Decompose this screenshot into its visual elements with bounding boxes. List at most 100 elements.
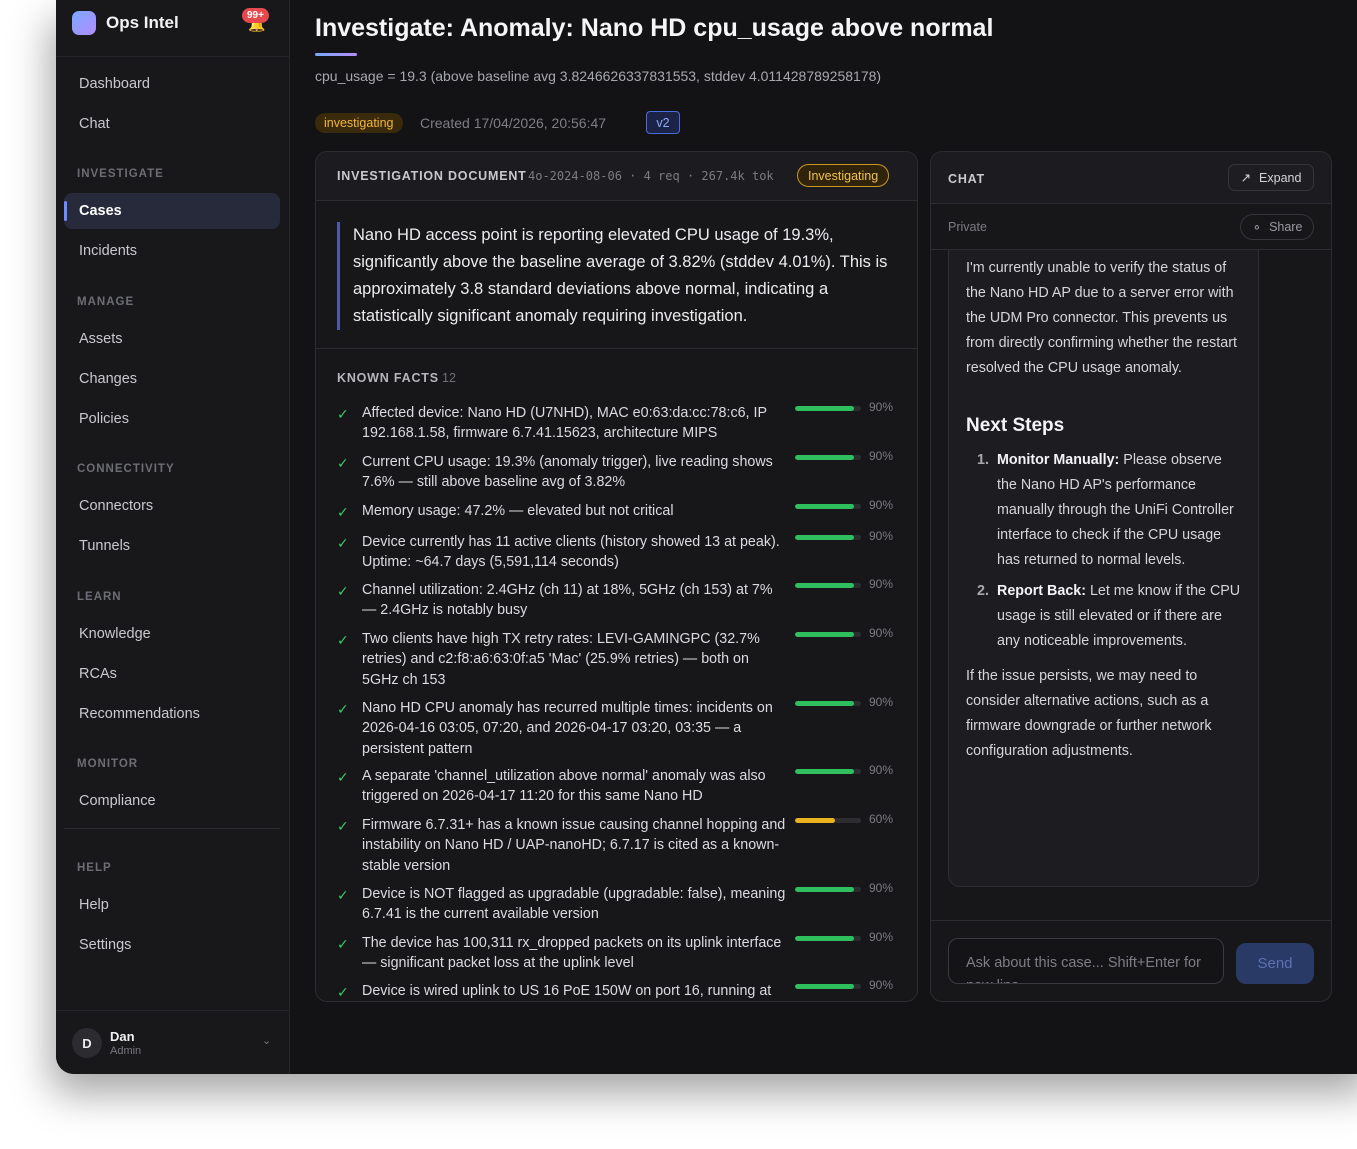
nav-section-connectivity: CONNECTIVITY bbox=[77, 463, 175, 475]
chat-header: CHAT ↗ Expand bbox=[931, 152, 1331, 204]
confidence-fill bbox=[795, 769, 855, 774]
nav-section-help: HELP bbox=[77, 862, 112, 874]
chat-panel: CHAT ↗ Expand Private ⚬ Share I'm curren… bbox=[930, 151, 1332, 1002]
check-icon: ✓ bbox=[337, 887, 349, 903]
check-icon: ✓ bbox=[337, 632, 349, 648]
user-name: Dan bbox=[110, 1029, 135, 1044]
sidebar-item-connectors[interactable]: Connectors bbox=[64, 488, 280, 524]
confidence-bar bbox=[795, 535, 861, 540]
check-icon: ✓ bbox=[337, 936, 349, 952]
confidence-fill bbox=[795, 632, 855, 637]
fact-text: Device is NOT flagged as upgradable (upg… bbox=[362, 886, 786, 923]
check-icon: ✓ bbox=[337, 984, 349, 1000]
expand-label: Expand bbox=[1259, 170, 1302, 185]
confidence-bar bbox=[795, 504, 861, 509]
user-menu[interactable]: D Dan Admin ⌄ bbox=[72, 1026, 276, 1060]
chat-title: CHAT bbox=[948, 172, 985, 186]
brand[interactable]: Ops Intel bbox=[72, 10, 179, 36]
confidence-bar bbox=[795, 887, 861, 892]
document-summary: Nano HD access point is reporting elevat… bbox=[337, 222, 897, 330]
nav-section-manage: MANAGE bbox=[77, 296, 135, 308]
chat-input-placeholder: Ask about this case... Shift+Enter for n… bbox=[966, 955, 1201, 983]
confidence-value: 90% bbox=[869, 626, 894, 640]
investigation-document-panel: INVESTIGATION DOCUMENT 4o-2024-08-06 · 4… bbox=[315, 151, 918, 1002]
sidebar-item-settings[interactable]: Settings bbox=[64, 927, 280, 963]
confidence-bar bbox=[795, 455, 861, 460]
step-text: Please observe the Nano HD AP's performa… bbox=[997, 452, 1234, 568]
confidence-fill bbox=[795, 455, 855, 460]
check-icon: ✓ bbox=[337, 818, 349, 834]
check-icon: ✓ bbox=[337, 535, 349, 551]
send-button[interactable]: Send bbox=[1236, 943, 1314, 984]
share-icon: ⚬ bbox=[1251, 220, 1263, 235]
share-button[interactable]: ⚬ Share bbox=[1240, 214, 1314, 240]
fact-text: Two clients have high TX retry rates: LE… bbox=[362, 631, 760, 688]
list-item: 1. Monitor Manually: Please observe the … bbox=[966, 448, 1241, 573]
message-heading: Next Steps bbox=[966, 415, 1065, 436]
sidebar-item-knowledge[interactable]: Knowledge bbox=[64, 616, 280, 652]
confidence-value: 90% bbox=[869, 881, 894, 895]
chevron-down-icon: ⌄ bbox=[262, 1035, 272, 1047]
nav-section-monitor: MONITOR bbox=[77, 758, 139, 770]
confidence-fill bbox=[795, 818, 835, 823]
sidebar-item-policies[interactable]: Policies bbox=[64, 401, 280, 437]
list-number: 2. bbox=[977, 583, 989, 599]
sidebar-item-chat[interactable]: Chat bbox=[64, 106, 280, 142]
confidence-bar bbox=[795, 632, 861, 637]
sidebar-item-assets[interactable]: Assets bbox=[64, 321, 280, 357]
notifications-button[interactable]: 🔔 99+ bbox=[242, 8, 270, 34]
page-title: Investigate: Anomaly: Nano HD cpu_usage … bbox=[315, 14, 994, 42]
confidence-fill bbox=[795, 504, 855, 509]
chat-input[interactable]: Ask about this case... Shift+Enter for n… bbox=[948, 938, 1224, 984]
document-status-badge: Investigating bbox=[797, 164, 890, 187]
confidence-value: 90% bbox=[869, 400, 894, 414]
sidebar: Ops Intel 🔔 99+ Dashboard Chat INVESTIGA… bbox=[56, 0, 290, 1074]
fact-text: Nano HD CPU anomaly has recurred multipl… bbox=[362, 700, 773, 757]
fact-text: The device has 100,311 rx_dropped packet… bbox=[362, 935, 782, 972]
divider bbox=[56, 1010, 290, 1011]
expand-icon: ↗ bbox=[1240, 171, 1252, 185]
sidebar-item-dashboard[interactable]: Dashboard bbox=[64, 66, 280, 102]
version-badge[interactable]: v2 bbox=[646, 111, 680, 134]
sidebar-item-tunnels[interactable]: Tunnels bbox=[64, 528, 280, 564]
document-header: INVESTIGATION DOCUMENT 4o-2024-08-06 · 4… bbox=[316, 152, 917, 201]
list-number: 1. bbox=[977, 452, 989, 468]
confidence-value: 90% bbox=[869, 930, 894, 944]
sidebar-item-cases[interactable]: Cases bbox=[64, 193, 280, 229]
confidence-value: 90% bbox=[869, 763, 894, 777]
check-icon: ✓ bbox=[337, 504, 349, 520]
sidebar-item-help[interactable]: Help bbox=[64, 887, 280, 923]
app-name: Ops Intel bbox=[106, 13, 179, 32]
fact-text: Firmware 6.7.31+ has a known issue causi… bbox=[362, 817, 786, 874]
sidebar-item-rcas[interactable]: RCAs bbox=[64, 656, 280, 692]
sidebar-item-recommendations[interactable]: Recommendations bbox=[64, 696, 280, 732]
fact-text: Memory usage: 47.2% — elevated but not c… bbox=[362, 503, 674, 519]
confidence-fill bbox=[795, 701, 855, 706]
created-timestamp: Created 17/04/2026, 20:56:47 bbox=[420, 115, 607, 131]
expand-button[interactable]: ↗ Expand bbox=[1228, 164, 1314, 191]
sidebar-item-incidents[interactable]: Incidents bbox=[64, 233, 280, 269]
app-window: Ops Intel 🔔 99+ Dashboard Chat INVESTIGA… bbox=[56, 0, 1357, 1074]
nav-section-learn: LEARN bbox=[77, 591, 122, 603]
title-accent bbox=[315, 53, 357, 56]
document-title: INVESTIGATION DOCUMENT bbox=[337, 169, 527, 183]
step-title: Monitor Manually: bbox=[997, 452, 1120, 468]
fact-text: Current CPU usage: 19.3% (anomaly trigge… bbox=[362, 454, 773, 491]
logo-icon bbox=[72, 11, 96, 35]
confidence-fill bbox=[795, 535, 855, 540]
user-role: Admin bbox=[110, 1045, 142, 1057]
page-subtitle: cpu_usage = 19.3 (above baseline avg 3.8… bbox=[315, 68, 882, 84]
confidence-bar bbox=[795, 818, 861, 823]
confidence-bar bbox=[795, 583, 861, 588]
confidence-value: 90% bbox=[869, 498, 894, 512]
divider bbox=[64, 828, 280, 829]
confidence-bar bbox=[795, 984, 861, 989]
confidence-bar bbox=[795, 936, 861, 941]
confidence-bar bbox=[795, 769, 861, 774]
known-facts-title: KNOWN FACTS bbox=[337, 371, 439, 385]
fact-text: A separate 'channel_utilization above no… bbox=[362, 768, 766, 805]
confidence-value: 60% bbox=[869, 812, 894, 826]
sidebar-item-compliance[interactable]: Compliance bbox=[64, 783, 280, 819]
fact-text: Device is wired uplink to US 16 PoE 150W… bbox=[362, 983, 772, 999]
sidebar-item-changes[interactable]: Changes bbox=[64, 361, 280, 397]
